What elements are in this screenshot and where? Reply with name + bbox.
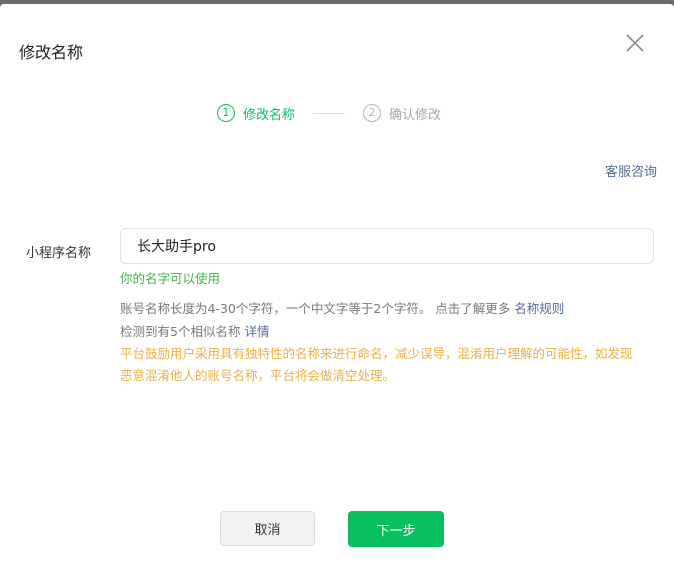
name-rule-text: 账号名称长度为4-30个字符，一个中文字等于2个字符。 点击了解更多 — [120, 301, 511, 316]
similar-names-detail-link[interactable]: 详情 — [244, 324, 269, 339]
step-indicator: 1 修改名称 2 确认修改 — [217, 102, 441, 124]
name-field-label: 小程序名称 — [26, 246, 92, 261]
cancel-button[interactable]: 取消 — [220, 511, 315, 546]
naming-warning: 平台鼓励用户采用具有独特性的名称来进行命名，减少误导，混淆用户理解的可能性，如发… — [120, 346, 633, 383]
name-input[interactable] — [120, 228, 654, 264]
close-icon — [626, 34, 644, 52]
step-2-label: 确认修改 — [389, 107, 442, 123]
customer-service-link[interactable]: 客服咨询 — [605, 161, 657, 180]
step-1-number: 1 — [217, 104, 235, 122]
close-button[interactable] — [624, 32, 646, 54]
name-rule-link[interactable]: 名称规则 — [514, 301, 564, 316]
next-step-button[interactable]: 下一步 — [348, 511, 444, 547]
similar-names-text: 检测到有5个相似名称 — [120, 324, 241, 339]
step-divider — [313, 112, 346, 114]
dialog-title: 修改名称 — [19, 43, 84, 62]
similar-names-hint: 检测到有5个相似名称 详情 — [120, 321, 269, 340]
step-1-label: 修改名称 — [243, 107, 296, 123]
step-2-number: 2 — [363, 104, 382, 122]
rename-dialog: 修改名称 1 修改名称 2 确认修改 客服咨询 小程序名称 你的名字可以使用 账… — [0, 4, 674, 571]
name-valid-message: 你的名字可以使用 — [120, 271, 221, 286]
step-2: 2 确认修改 — [363, 104, 441, 123]
step-1: 1 修改名称 — [217, 104, 295, 123]
name-rule-hint: 账号名称长度为4-30个字符，一个中文字等于2个字符。 点击了解更多 名称规则 — [120, 298, 564, 317]
